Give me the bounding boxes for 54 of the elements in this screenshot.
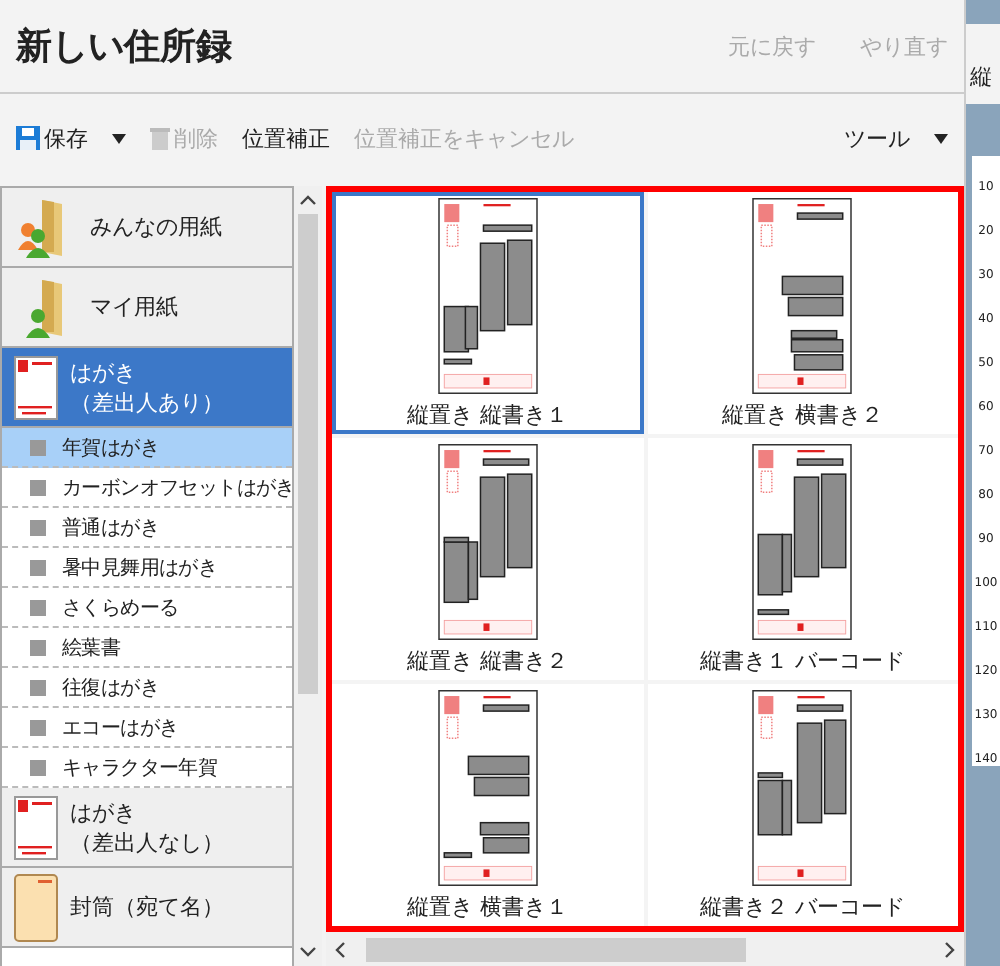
template-tile[interactable]: 縦置き 横書き１ <box>332 684 643 926</box>
save-button[interactable]: 保存 <box>16 123 88 153</box>
square-bullet-icon <box>30 519 46 535</box>
category-item[interactable]: 封筒（宛て名） <box>2 868 292 948</box>
paper-type-label: さくらめーる <box>62 595 179 621</box>
paper-type-label: 年賀はがき <box>62 435 160 461</box>
category-label: はがき <box>70 797 138 827</box>
category-item[interactable]: はがき （差出人なし） <box>2 788 292 868</box>
window-title: 新しい住所録 <box>16 24 234 70</box>
template-label: 縦置き 縦書き２ <box>407 645 568 675</box>
template-tile[interactable]: 縦書き２ バーコード <box>647 684 958 926</box>
paper-type-label: 普通はがき <box>62 515 160 541</box>
toolbar-button[interactable]: 位置補正 <box>242 123 330 153</box>
trash-icon <box>150 126 170 150</box>
category-label: はがき <box>70 357 138 387</box>
paper-type-label: エコーはがき <box>62 715 179 741</box>
template-label: 縦置き 横書き１ <box>407 891 568 921</box>
template-tile[interactable]: 縦置き 縦書き１ <box>332 192 643 434</box>
template-tile[interactable]: 縦書き１ バーコード <box>647 438 958 680</box>
square-bullet-icon <box>30 559 46 575</box>
envelope-icon <box>14 873 58 941</box>
paper-type-item[interactable]: 年賀はがき <box>2 428 292 468</box>
square-bullet-icon <box>30 759 46 775</box>
postcard-icon <box>14 795 58 859</box>
template-label: 縦置き 横書き２ <box>722 399 883 429</box>
template-tile[interactable]: 縦置き 横書き２ <box>647 192 958 434</box>
square-bullet-icon <box>30 679 46 695</box>
paper-type-label: カーボンオフセットはがき <box>62 475 292 501</box>
dropdown-caret-icon[interactable] <box>934 133 948 143</box>
square-bullet-icon <box>30 639 46 655</box>
paper-type-label: 絵葉書 <box>62 635 121 661</box>
category-label: 封筒（宛て名） <box>70 892 224 922</box>
category-item[interactable]: はがき （差出人あり） <box>2 348 292 428</box>
paper-type-label: 往復はがき <box>62 675 160 701</box>
category-item[interactable]: マイ用紙 <box>2 268 292 348</box>
template-tile[interactable]: 縦置き 縦書き２ <box>332 438 643 680</box>
category-sublabel: （差出人なし） <box>70 827 224 857</box>
paper-type-label: 暑中見舞用はがき <box>62 555 218 581</box>
template-label: 縦書き１ バーコード <box>700 645 905 675</box>
postcard-icon <box>14 355 58 419</box>
square-bullet-icon <box>30 439 46 455</box>
panel-title: 縦 <box>970 62 992 92</box>
dropdown-caret-icon[interactable] <box>112 133 126 143</box>
template-label: 縦置き 縦書き１ <box>407 399 568 429</box>
square-bullet-icon <box>30 599 46 615</box>
category-item[interactable]: みんなの用紙 <box>2 188 292 268</box>
tools-menu-button[interactable]: ツール <box>844 123 910 153</box>
square-bullet-icon <box>30 719 46 735</box>
square-bullet-icon <box>30 479 46 495</box>
paper-type-label: キャラクター年賀 <box>62 755 218 781</box>
category-label: みんなの用紙 <box>90 212 222 242</box>
template-label: 縦書き２ バーコード <box>700 891 905 921</box>
category-label: マイ用紙 <box>90 292 178 322</box>
category-sublabel: （差出人あり） <box>70 387 224 417</box>
